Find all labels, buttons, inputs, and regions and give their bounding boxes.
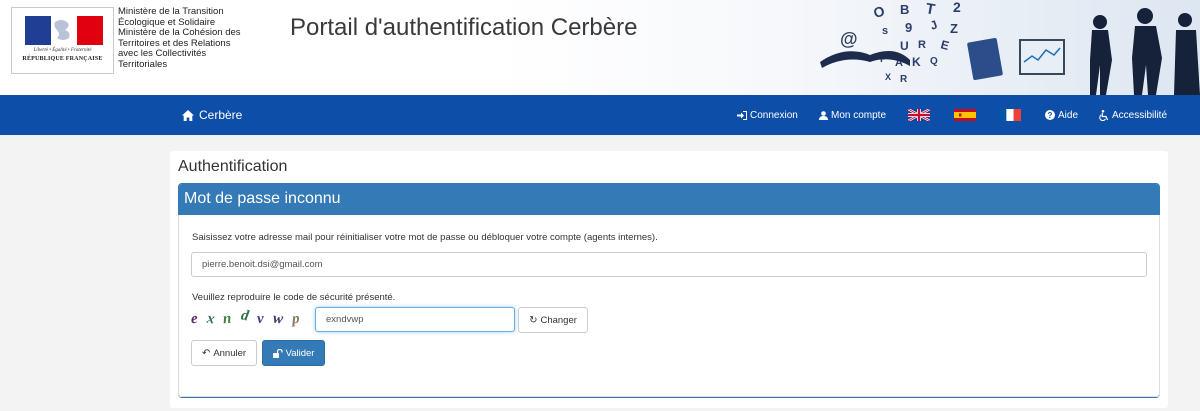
nav-connexion-link[interactable]: Connexion	[737, 95, 798, 135]
ministry-name: Ministère de la Transition Écologique et…	[118, 6, 278, 70]
captcha-char: v	[256, 310, 265, 327]
ministry-line: Ministère de la Transition	[118, 6, 224, 17]
sign-in-icon	[737, 110, 747, 120]
svg-text:@: @	[840, 29, 858, 49]
ministry-line: avec les Collectivités	[118, 48, 207, 59]
svg-text:T: T	[924, 0, 936, 18]
svg-text:X: X	[885, 72, 891, 82]
page-title: Authentification	[178, 158, 288, 175]
header-illustration: O B T 2 s 9 J Z U R E P A K Q X R @	[820, 0, 1200, 95]
united-kingdom-flag[interactable]	[908, 109, 930, 121]
svg-text:U: U	[900, 39, 909, 53]
cancel-button[interactable]: ↶ Annuler	[191, 340, 257, 366]
captcha-char: p	[290, 310, 300, 327]
home-icon	[182, 109, 194, 121]
nav-accessibility-label: Accessibilité	[1112, 109, 1168, 121]
svg-text:R: R	[900, 74, 908, 85]
email-field[interactable]: pierre.benoit.dsi@gmail.com	[191, 252, 1147, 277]
captcha-char: w	[271, 310, 284, 327]
user-icon	[819, 110, 828, 120]
svg-text:Z: Z	[950, 21, 958, 36]
france-flag[interactable]	[999, 109, 1021, 121]
authentication-card: Authentification Mot de passe inconnu Sa…	[170, 151, 1168, 408]
captcha-input[interactable]: exndvwp	[315, 307, 515, 332]
email-instruction-label: Saisissez votre adresse mail pour réinit…	[192, 232, 658, 243]
svg-text:B: B	[900, 2, 909, 17]
captcha-char: n	[222, 310, 233, 327]
svg-text:R: R	[918, 39, 926, 51]
cancel-label: Annuler	[213, 347, 247, 359]
svg-text:O: O	[872, 3, 887, 21]
spain-flag[interactable]	[954, 109, 976, 121]
svg-text:E: E	[939, 37, 950, 53]
captcha-char: e	[190, 310, 199, 327]
ministry-line: Ministère de la Cohésion des	[118, 27, 241, 38]
nav-account-link[interactable]: Mon compte	[819, 95, 886, 135]
undo-icon: ↶	[201, 347, 211, 359]
nav-help-link[interactable]: ? Aide	[1045, 95, 1078, 135]
site-header: Liberté • Égalité • Fraternité RÉPUBLIQU…	[0, 0, 1200, 95]
logo-republic-name: RÉPUBLIQUE FRANÇAISE	[22, 56, 103, 62]
main-navbar: Cerbère Connexion Mon compte ? Aide Acce…	[0, 95, 1200, 135]
refresh-icon: ↻	[529, 314, 538, 326]
change-captcha-button[interactable]: ↻ Changer	[518, 307, 588, 333]
unknown-password-panel: Mot de passe inconnu Saisissez votre adr…	[178, 183, 1160, 398]
captcha-instruction-label: Veuillez reproduire le code de sécurité …	[192, 292, 396, 303]
logo-motto: Liberté • Égalité • Fraternité	[33, 48, 92, 53]
panel-heading: Mot de passe inconnu	[179, 184, 1159, 215]
navbar-brand-link[interactable]: Cerbère	[182, 95, 242, 135]
captcha-char: x	[205, 310, 216, 327]
tricolor-flag	[25, 16, 103, 45]
submit-button[interactable]: Valider	[262, 340, 325, 366]
svg-text:s: s	[882, 25, 888, 37]
navbar-brand-label: Cerbère	[199, 108, 243, 122]
republique-francaise-logo: Liberté • Égalité • Fraternité RÉPUBLIQU…	[11, 7, 114, 74]
svg-text:K: K	[912, 55, 921, 69]
captcha-char: d	[239, 306, 250, 325]
portal-title: Portail d'authentification Cerbère	[290, 14, 638, 41]
nav-accessibility-link[interactable]: Accessibilité	[1099, 95, 1167, 135]
svg-text:J: J	[928, 17, 939, 32]
unlock-icon	[272, 348, 283, 358]
people-silhouettes	[1090, 8, 1200, 95]
submit-label: Valider	[285, 347, 315, 359]
svg-text:?: ?	[1048, 111, 1053, 120]
svg-text:2: 2	[953, 0, 961, 15]
panel-body: Saisissez votre adresse mail pour réinit…	[178, 215, 1160, 397]
ministry-line: Territoriales	[118, 58, 168, 70]
nav-account-label: Mon compte	[831, 109, 887, 121]
nav-connexion-label: Connexion	[750, 109, 798, 121]
captcha-image: e x n d v w p	[190, 306, 300, 331]
nav-help-label: Aide	[1058, 109, 1079, 121]
change-captcha-label: Changer	[540, 314, 577, 326]
svg-text:9: 9	[905, 20, 912, 35]
svg-text:Q: Q	[930, 56, 938, 67]
wheelchair-icon	[1099, 109, 1109, 121]
question-circle-icon: ?	[1045, 110, 1055, 120]
